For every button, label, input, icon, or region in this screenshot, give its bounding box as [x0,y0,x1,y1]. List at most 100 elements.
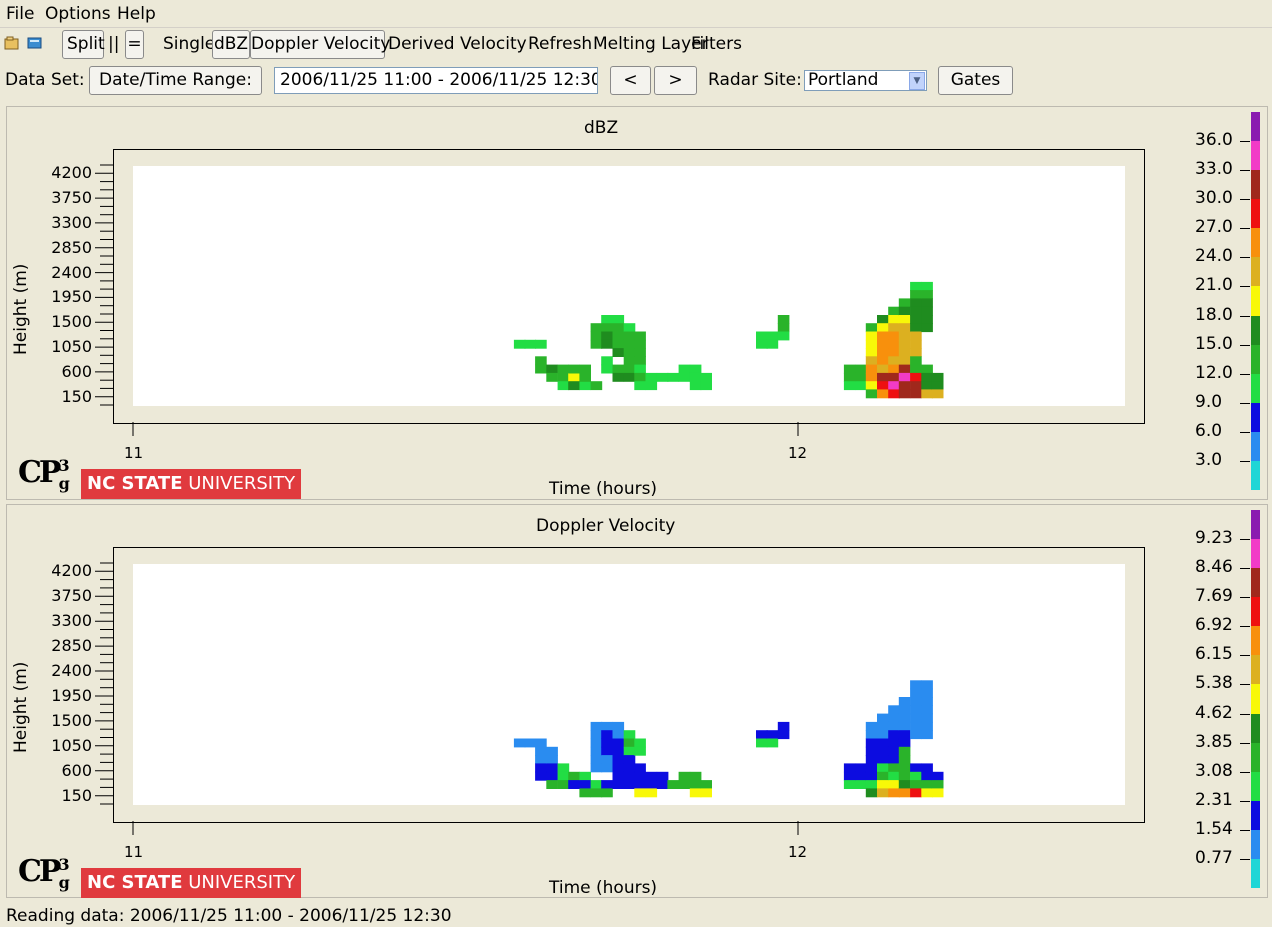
y-tick-label: 1950 [51,287,92,307]
heatmap-cell [931,389,944,399]
heatmap-cell [865,746,878,756]
heatmap-cell [535,738,547,748]
heatmap-cell [921,721,933,731]
heatmap-cell [865,755,878,764]
menu-help[interactable]: Help [117,4,156,24]
heatmap-cell [898,372,911,382]
heatmap-cell [921,788,933,798]
filters-button[interactable]: Filters [691,31,742,57]
heatmap-cell [877,788,889,798]
heatmap-cell [877,780,889,789]
colorbar-tick [1240,568,1250,570]
equal-button[interactable]: = [125,30,144,59]
heatmap-cell [756,339,768,349]
heatmap-cell [590,763,603,773]
y-tick-label: 1500 [51,312,92,332]
y-tick-label: 3300 [51,611,92,631]
menu-options[interactable]: Options [45,4,111,24]
heatmap-cell [910,372,922,382]
heatmap-cell [898,755,911,764]
dbz-plot-frame [113,149,1145,424]
heatmap-cell [557,364,570,374]
heatmap-cell [634,738,646,748]
heatmap-cell [888,356,900,366]
heatmap-cell [898,331,911,341]
heatmap-cell [678,780,691,789]
heatmap-cell [557,771,570,781]
heatmap-cell [546,755,558,764]
colorbar-label: 4.62 [1195,702,1233,723]
colorbar-tick [1240,373,1250,375]
split-button[interactable]: Split [62,30,105,59]
heatmap-cell [921,323,933,333]
heatmap-cell [601,738,613,748]
heatmap-cell [865,364,878,374]
heatmap-cell [634,788,646,798]
heatmap-cell [855,763,867,773]
heatmap-cell [623,763,636,773]
heatmap-cell [865,323,878,333]
colorbar-tick [1240,858,1250,860]
doppler-x-tick-11: 11 [124,843,144,861]
heatmap-cell [678,771,691,781]
heatmap-cell [601,315,613,324]
heatmap-cell [535,364,547,374]
y-tick-label: 3750 [51,586,92,606]
heatmap-cell [601,780,613,789]
heatmap-cell [678,372,691,382]
colorbar-swatch [1251,199,1260,229]
colorbar-tick [1240,597,1250,599]
colorbar-tick [1240,626,1250,628]
heatmap-cell [888,746,900,756]
heatmap-cell [612,755,625,764]
book-icon[interactable] [27,36,43,50]
pause-button[interactable]: || [108,31,119,57]
derived-velocity-button[interactable]: Derived Velocity [388,31,527,57]
heatmap-cell [535,339,547,349]
heatmap-cell [865,389,878,399]
heatmap-cell [865,738,878,748]
heatmap-cell [623,746,636,756]
heatmap-cell [645,780,658,789]
heatmap-cell [546,780,558,789]
date-time-range-button[interactable]: Date/Time Range: [89,66,262,95]
heatmap-cell [865,730,878,740]
heatmap-cell [546,746,558,756]
single-button[interactable]: Single [163,31,215,57]
doppler-y-axis-ticks [95,562,113,805]
heatmap-cell [777,323,790,333]
heatmap-cell [546,372,558,382]
heatmap-cell [612,339,625,349]
colorbar-swatch [1251,141,1260,171]
open-folder-icon[interactable] [4,36,20,50]
heatmap-cell [601,763,613,773]
heatmap-cell [579,780,591,789]
colorbar-tick [1240,344,1250,346]
heatmap-cell [898,389,911,399]
heatmap-cell [898,306,911,316]
dbz-button[interactable]: dBZ [212,30,250,59]
heatmap-cell [557,381,570,391]
heatmap-cell [612,315,625,324]
heatmap-cell [877,381,889,391]
doppler-y-axis-label: Height (m) [11,661,31,753]
heatmap-cell [843,780,856,789]
heatmap-cell [898,381,911,391]
date-range-field[interactable]: 2006/11/25 11:00 - 2006/11/25 12:30 [274,67,598,94]
heatmap-cell [623,771,636,781]
colorbar-label: 3.08 [1195,760,1233,781]
refresh-button[interactable]: Refresh [528,31,592,57]
menu-file[interactable]: File [6,4,34,24]
gates-button[interactable]: Gates [938,66,1013,95]
heatmap-cell [877,746,889,756]
heatmap-cell [931,372,944,382]
chevron-down-icon[interactable]: ▼ [909,72,925,90]
colorbar-swatch [1251,800,1260,831]
previous-button[interactable]: < [610,66,651,95]
heatmap-cell [623,323,636,333]
doppler-velocity-button[interactable]: Doppler Velocity [250,30,390,59]
next-button[interactable]: > [654,66,697,95]
radar-site-select[interactable]: Portland ▼ [804,70,927,91]
heatmap-cell [601,364,613,374]
heatmap-cell [623,738,636,748]
